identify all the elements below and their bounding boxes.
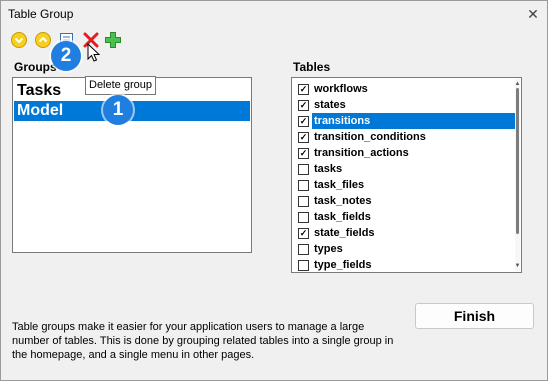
checkbox[interactable] (298, 244, 309, 255)
add-group-button[interactable] (104, 31, 124, 51)
step-badge-2: 2 (51, 41, 81, 71)
tables-list[interactable]: ✓ workflows ✓ states ✓ transitions ✓ tra… (291, 77, 522, 273)
move-up-button[interactable] (34, 31, 54, 51)
table-row-state-fields[interactable]: ✓ state_fields (296, 225, 518, 241)
table-row-transition-conditions[interactable]: ✓ transition_conditions (296, 129, 518, 145)
table-row-label: tasks (314, 163, 343, 175)
arrow-up-circle-icon (35, 32, 51, 48)
checkbox[interactable]: ✓ (298, 116, 309, 127)
table-group-dialog: Table Group ✕ Groups Tasks Model Tables … (0, 0, 548, 381)
checkbox[interactable] (298, 164, 309, 175)
table-row-type-fields[interactable]: type_fields (296, 257, 518, 272)
table-row-label: task_notes (314, 195, 372, 207)
move-down-button[interactable] (10, 31, 30, 51)
checkbox[interactable] (298, 260, 309, 271)
table-row-states[interactable]: ✓ states (296, 97, 518, 113)
close-button[interactable]: ✕ (523, 4, 543, 24)
checkbox[interactable]: ✓ (298, 228, 309, 239)
checkbox[interactable]: ✓ (298, 100, 309, 111)
title-bar: Table Group ✕ (1, 1, 547, 27)
checkbox[interactable]: ✓ (298, 84, 309, 95)
arrow-down-circle-icon (11, 32, 27, 48)
table-row-label: transition_conditions (314, 131, 426, 143)
table-row-tasks[interactable]: tasks (296, 161, 518, 177)
table-row-label: transitions (312, 113, 517, 129)
scrollbar-thumb[interactable] (516, 88, 519, 234)
table-row-workflows[interactable]: ✓ workflows (296, 81, 518, 97)
table-row-task-fields[interactable]: task_fields (296, 209, 518, 225)
checkbox[interactable]: ✓ (298, 132, 309, 143)
table-row-task-notes[interactable]: task_notes (296, 193, 518, 209)
tables-label: Tables (293, 60, 331, 74)
scroll-up-arrow-icon[interactable]: ▲ (514, 81, 521, 87)
table-row-label: states (314, 99, 346, 111)
table-row-label: types (314, 243, 343, 255)
table-row-label: type_fields (314, 259, 372, 271)
table-row-label: task_files (314, 179, 365, 191)
groups-label: Groups (14, 60, 57, 74)
scroll-down-arrow-icon[interactable]: ▼ (514, 263, 521, 269)
finish-button[interactable]: Finish (415, 303, 534, 329)
table-row-transitions[interactable]: ✓ transitions (296, 113, 518, 129)
table-row-label: state_fields (314, 227, 375, 239)
mouse-cursor-icon (87, 43, 101, 62)
groups-list[interactable]: Tasks Model (12, 77, 252, 253)
checkbox[interactable] (298, 196, 309, 207)
table-row-label: transition_actions (314, 147, 409, 159)
table-row-types[interactable]: types (296, 241, 518, 257)
table-row-transition-actions[interactable]: ✓ transition_actions (296, 145, 518, 161)
green-plus-icon (105, 32, 121, 48)
checkbox[interactable]: ✓ (298, 148, 309, 159)
tooltip: Delete group (85, 76, 156, 95)
checkbox[interactable] (298, 180, 309, 191)
checkbox[interactable] (298, 212, 309, 223)
table-row-task-files[interactable]: task_files (296, 177, 518, 193)
table-row-label: task_fields (314, 211, 371, 223)
window-title: Table Group (8, 7, 74, 21)
table-row-label: workflows (314, 83, 368, 95)
step-badge-1: 1 (103, 95, 133, 125)
help-text: Table groups make it easier for your app… (12, 321, 394, 361)
